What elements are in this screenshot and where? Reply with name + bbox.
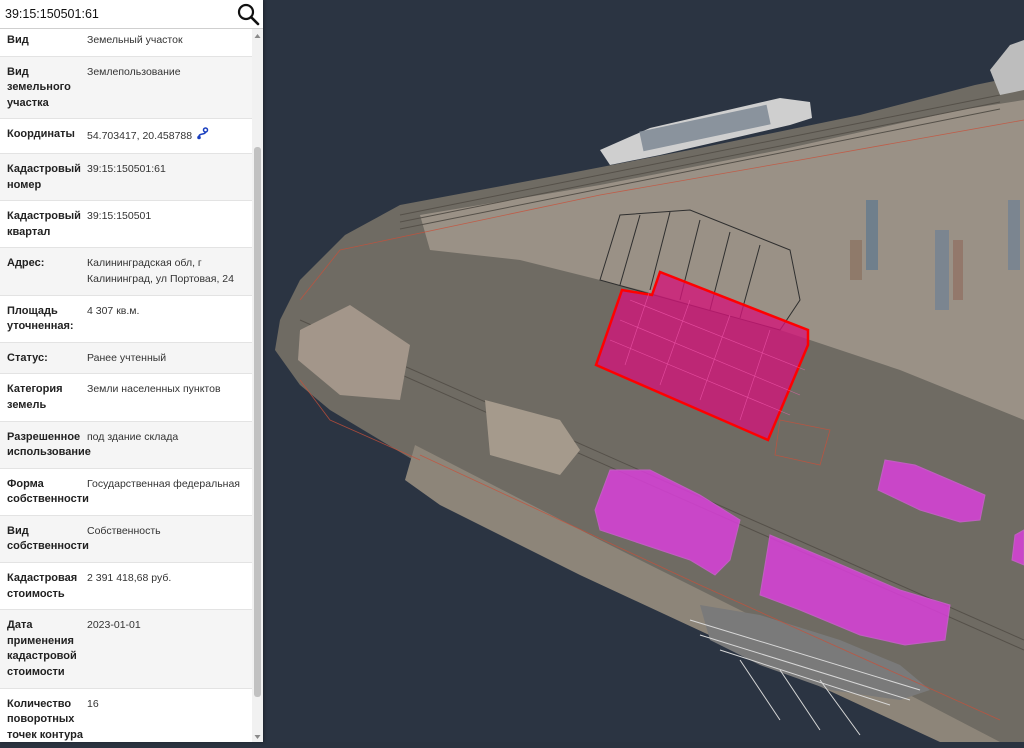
- property-row-status: Статус: Ранее учтенный: [0, 342, 252, 375]
- property-key: Вид земельного участка: [7, 65, 71, 109]
- property-value: Земли населенных пунктов: [87, 383, 221, 396]
- property-key: Дата применения кадастровой стоимости: [7, 619, 77, 679]
- property-key: Адрес:: [7, 257, 45, 270]
- scroll-thumb[interactable]: [254, 147, 261, 697]
- property-key: Статус:: [7, 351, 48, 364]
- property-row-cadastral-value: Кадастровая стоимость 2 391 418,68 руб.: [0, 563, 252, 611]
- search-button[interactable]: [235, 2, 261, 27]
- property-value: Земельный участок: [87, 34, 183, 46]
- property-key: Разрешенное использование: [7, 430, 91, 459]
- property-row-coordinates: Координаты 54.703417, 20.458788: [0, 119, 252, 154]
- property-key: Кадастровая стоимость: [7, 572, 78, 600]
- property-key: Количество поворотных точек контура: [7, 697, 83, 741]
- property-row-permitted-use: Разрешенное использование под здание скл…: [0, 421, 252, 469]
- property-value: 39:15:150501:61: [87, 162, 166, 175]
- property-key: Кадастровый номер: [7, 162, 81, 191]
- property-value: 39:15:150501: [87, 210, 152, 223]
- property-row-contour-points: Количество поворотных точек контура 16: [0, 688, 252, 742]
- property-key: Вид: [7, 34, 29, 46]
- property-row-land-category: Категория земель Земли населенных пункто…: [0, 374, 252, 422]
- property-key: Площадь уточненная:: [7, 304, 74, 333]
- property-list: Вид Земельный участок Вид земельного уча…: [0, 29, 252, 742]
- property-value: 54.703417, 20.458788: [87, 127, 248, 146]
- property-value: 2 391 418,68 руб.: [87, 572, 172, 585]
- property-row-value-date: Дата применения кадастровой стоимости 20…: [0, 610, 252, 689]
- property-key: Координаты: [7, 128, 75, 141]
- search-bar: [0, 0, 263, 29]
- property-row-cadastral-block: Кадастровый квартал 39:15:150501: [0, 201, 252, 249]
- property-value: Ранее учтенный: [87, 351, 167, 364]
- scroll-down-arrow[interactable]: [252, 730, 263, 742]
- scroll-up-arrow[interactable]: [252, 29, 263, 41]
- property-value: Землепользование: [87, 65, 181, 78]
- property-key: Форма собственности: [7, 477, 89, 506]
- coordinates-value: 54.703417, 20.458788: [87, 130, 193, 143]
- property-key: Категория земель: [7, 383, 63, 411]
- property-value: Собственность: [87, 524, 161, 537]
- property-row-cadastral-number: Кадастровый номер 39:15:150501:61: [0, 153, 252, 202]
- property-row-address: Адрес: Калининградская обл, г Калинингра…: [0, 248, 252, 296]
- scrollbar[interactable]: [252, 29, 263, 742]
- property-value: 16: [87, 697, 99, 710]
- search-input[interactable]: [0, 0, 228, 28]
- property-row-ownership-type: Вид собственности Собственность: [0, 515, 252, 564]
- property-row-parcel-kind: Вид земельного участка Землепользование: [0, 56, 252, 120]
- property-value: под здание склада: [87, 430, 179, 443]
- property-value: 4 307 кв.м.: [87, 304, 140, 317]
- property-row-kind: Вид Земельный участок: [0, 29, 252, 57]
- property-row-area: Площадь уточненная: 4 307 кв.м.: [0, 295, 252, 343]
- property-value: Государственная федеральная: [87, 477, 240, 490]
- property-key: Вид собственности: [7, 524, 89, 553]
- magnifier-icon: [237, 3, 260, 26]
- route-icon[interactable]: [196, 127, 209, 146]
- property-value: Калининградская обл, г Калининград, ул П…: [87, 257, 234, 285]
- property-row-ownership-form: Форма собственности Государственная феде…: [0, 468, 252, 516]
- info-panel: Вид Земельный участок Вид земельного уча…: [0, 0, 263, 742]
- property-value: 2023-01-01: [87, 619, 141, 632]
- property-key: Кадастровый квартал: [7, 210, 81, 238]
